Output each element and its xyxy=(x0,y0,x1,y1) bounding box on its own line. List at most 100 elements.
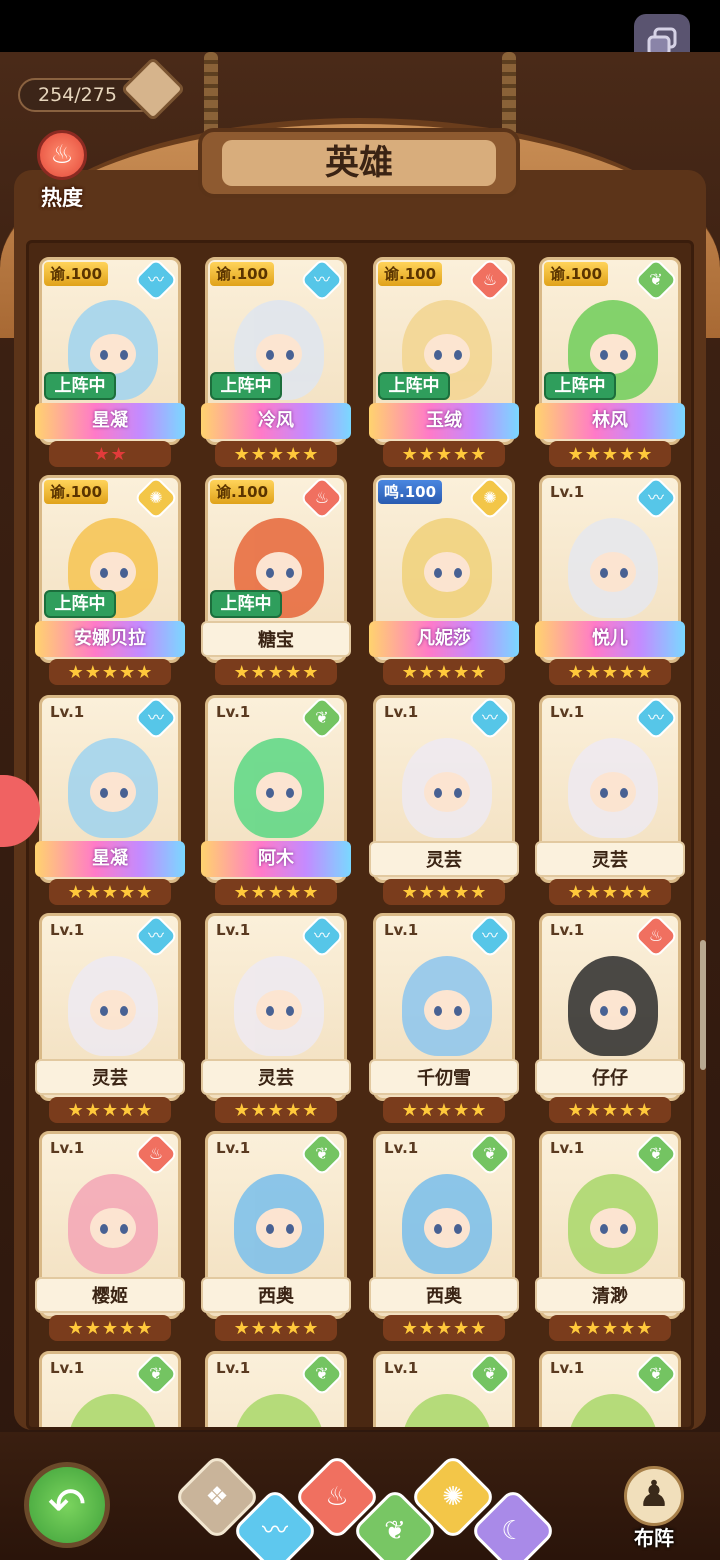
hero-card[interactable]: Lv.1 ♨ 樱姬 ★ ★ ★ ★ ★ xyxy=(35,1131,185,1343)
hero-eye xyxy=(266,350,274,360)
hero-card[interactable]: Lv.1 ❦ 阿木 ★ ★ ★ ★ ★ xyxy=(201,695,351,907)
star-icon: ★ xyxy=(233,881,250,903)
star-icon: ★ xyxy=(567,1317,584,1339)
hero-eye xyxy=(600,568,608,578)
star-icon: ★ xyxy=(101,1317,119,1339)
hero-stars: ★ ★ ★ ★ ★ xyxy=(49,1315,171,1341)
hero-eye xyxy=(454,1006,462,1016)
hero-eye xyxy=(266,788,274,798)
hero-name: 西奥 xyxy=(201,1277,351,1313)
star-icon: ★ xyxy=(250,1317,267,1339)
scrollbar[interactable] xyxy=(700,940,706,1070)
hero-card[interactable]: Lv.1 〰千仞雪 ★ ★ ★ ★ ★ xyxy=(369,913,519,1125)
hero-card[interactable]: 谕.100 ❦ 上阵中 林风 ★ ★ ★ ★ ★ xyxy=(535,257,685,469)
wood-element-icon: ❦ xyxy=(633,1354,678,1397)
hero-card[interactable]: Lv.1 ❦ 清渺 ★ ★ ★ ★ ★ xyxy=(535,1131,685,1343)
star-icon: ★ xyxy=(619,1099,636,1121)
star-icon: ★ xyxy=(302,1317,319,1339)
hero-portrait xyxy=(68,1394,158,1427)
hero-card-body: Lv.1 ❦ xyxy=(373,1351,515,1427)
star-icon: ★ xyxy=(101,1099,119,1121)
page-title: 英雄 xyxy=(222,140,496,186)
hero-card[interactable]: Lv.1 ❦ xyxy=(201,1351,351,1427)
hero-eye xyxy=(100,350,108,360)
lineup-button[interactable]: ♟ 布阵 xyxy=(614,1466,694,1556)
hero-card[interactable]: Lv.1 〰灵芸 ★ ★ ★ ★ ★ xyxy=(201,913,351,1125)
hero-card[interactable]: 谕.100 〰上阵中 冷风 ★ ★ ★ ★ ★ xyxy=(201,257,351,469)
star-icon: ★ xyxy=(601,443,619,465)
star-icon: ★ xyxy=(584,1099,601,1121)
hero-grid: 谕.100 〰上阵中 星凝 ★ ★ 谕.100 〰上阵中 冷风 ★ ★ ★ ★ ★ 谕.100 ♨ 上阵中 玉绒… xyxy=(26,240,694,1430)
hero-eye xyxy=(120,350,128,360)
hero-face xyxy=(90,552,136,592)
star-icon: ★ xyxy=(119,661,136,683)
hero-portrait xyxy=(68,956,158,1056)
hero-card[interactable]: 谕.100 ✺ 上阵中 安娜贝拉 ★ ★ ★ ★ ★ xyxy=(35,475,185,687)
hero-card[interactable]: Lv.1 〰灵芸 ★ ★ ★ ★ ★ xyxy=(35,913,185,1125)
hero-name: 星凝 xyxy=(35,403,185,439)
hero-card[interactable]: 谕.100 〰上阵中 星凝 ★ ★ xyxy=(35,257,185,469)
hero-portrait xyxy=(234,738,324,838)
water-element-icon: 〰 xyxy=(133,698,178,741)
hero-card[interactable]: Lv.1 ❦ 西奥 ★ ★ ★ ★ ★ xyxy=(369,1131,519,1343)
deployed-badge: 上阵中 xyxy=(44,372,116,400)
hero-eye xyxy=(120,788,128,798)
hero-face xyxy=(90,1208,136,1248)
water-element-icon: 〰 xyxy=(133,260,178,303)
star-icon: ★ xyxy=(101,661,119,683)
star-icon: ★ xyxy=(584,661,601,683)
hero-card[interactable]: Lv.1 〰悦儿 ★ ★ ★ ★ ★ xyxy=(535,475,685,687)
star-icon: ★ xyxy=(636,443,653,465)
star-icon: ★ xyxy=(401,661,418,683)
hero-face xyxy=(590,552,636,592)
hero-name: 西奥 xyxy=(369,1277,519,1313)
star-icon: ★ xyxy=(84,1099,101,1121)
hero-card[interactable]: Lv.1 ❦ xyxy=(369,1351,519,1427)
hero-card[interactable]: Lv.1 〰灵芸 ★ ★ ★ ★ ★ xyxy=(535,695,685,907)
star-icon: ★ xyxy=(601,1317,619,1339)
star-icon: ★ xyxy=(233,1099,250,1121)
hero-card[interactable]: 谕.100 ♨ 上阵中 糖宝 ★ ★ ★ ★ ★ xyxy=(201,475,351,687)
hero-eye xyxy=(600,1224,608,1234)
fire-filter-icon: ♨ xyxy=(325,1482,349,1512)
wood-element-icon: ❦ xyxy=(633,1134,678,1177)
star-icon: ★ xyxy=(267,881,285,903)
hero-stars: ★ ★ ★ ★ ★ xyxy=(49,879,171,905)
hero-level: 谕.100 xyxy=(544,262,609,286)
hero-stars: ★ ★ ★ ★ ★ xyxy=(215,879,337,905)
hero-eye xyxy=(120,1224,128,1234)
title-plate: 英雄 xyxy=(198,128,520,198)
hero-card[interactable]: Lv.1 ❦ xyxy=(535,1351,685,1427)
star-icon: ★ xyxy=(418,881,435,903)
hero-face xyxy=(256,334,302,374)
heat-button[interactable]: ♨ 热度 xyxy=(30,130,94,210)
hero-card[interactable]: Lv.1 ❦ xyxy=(35,1351,185,1427)
hero-stars: ★ ★ ★ ★ ★ xyxy=(383,1097,505,1123)
hero-card[interactable]: 鸣.100 ✺ 凡妮莎 ★ ★ ★ ★ ★ xyxy=(369,475,519,687)
star-icon: ★ xyxy=(285,881,302,903)
hero-eye xyxy=(434,788,442,798)
hero-card[interactable]: Lv.1 ❦ 西奥 ★ ★ ★ ★ ★ xyxy=(201,1131,351,1343)
star-icon: ★ xyxy=(136,1099,153,1121)
hero-face xyxy=(424,552,470,592)
hero-name: 玉绒 xyxy=(369,403,519,439)
star-icon: ★ xyxy=(233,1317,250,1339)
hero-card-body: Lv.1 ❦ xyxy=(539,1351,681,1427)
star-icon: ★ xyxy=(401,881,418,903)
hero-level: Lv.1 xyxy=(550,483,585,501)
hero-card[interactable]: Lv.1 ♨ 仔仔 ★ ★ ★ ★ ★ xyxy=(535,913,685,1125)
star-icon: ★ xyxy=(267,661,285,683)
hero-card[interactable]: Lv.1 〰星凝 ★ ★ ★ ★ ★ xyxy=(35,695,185,907)
hero-card[interactable]: 谕.100 ♨ 上阵中 玉绒 ★ ★ ★ ★ ★ xyxy=(369,257,519,469)
star-icon: ★ xyxy=(84,661,101,683)
hero-stars: ★ ★ ★ ★ ★ xyxy=(549,1097,671,1123)
hero-portrait xyxy=(234,1174,324,1274)
hero-name: 灵芸 xyxy=(35,1059,185,1095)
hero-card-body: Lv.1 ❦ xyxy=(205,1351,347,1427)
star-icon: ★ xyxy=(453,881,470,903)
hero-card[interactable]: Lv.1 〰灵芸 ★ ★ ★ ★ ★ xyxy=(369,695,519,907)
star-icon: ★ xyxy=(453,443,470,465)
back-button[interactable]: ↶ xyxy=(24,1462,110,1548)
star-icon: ★ xyxy=(67,661,84,683)
hero-name: 灵芸 xyxy=(535,841,685,877)
